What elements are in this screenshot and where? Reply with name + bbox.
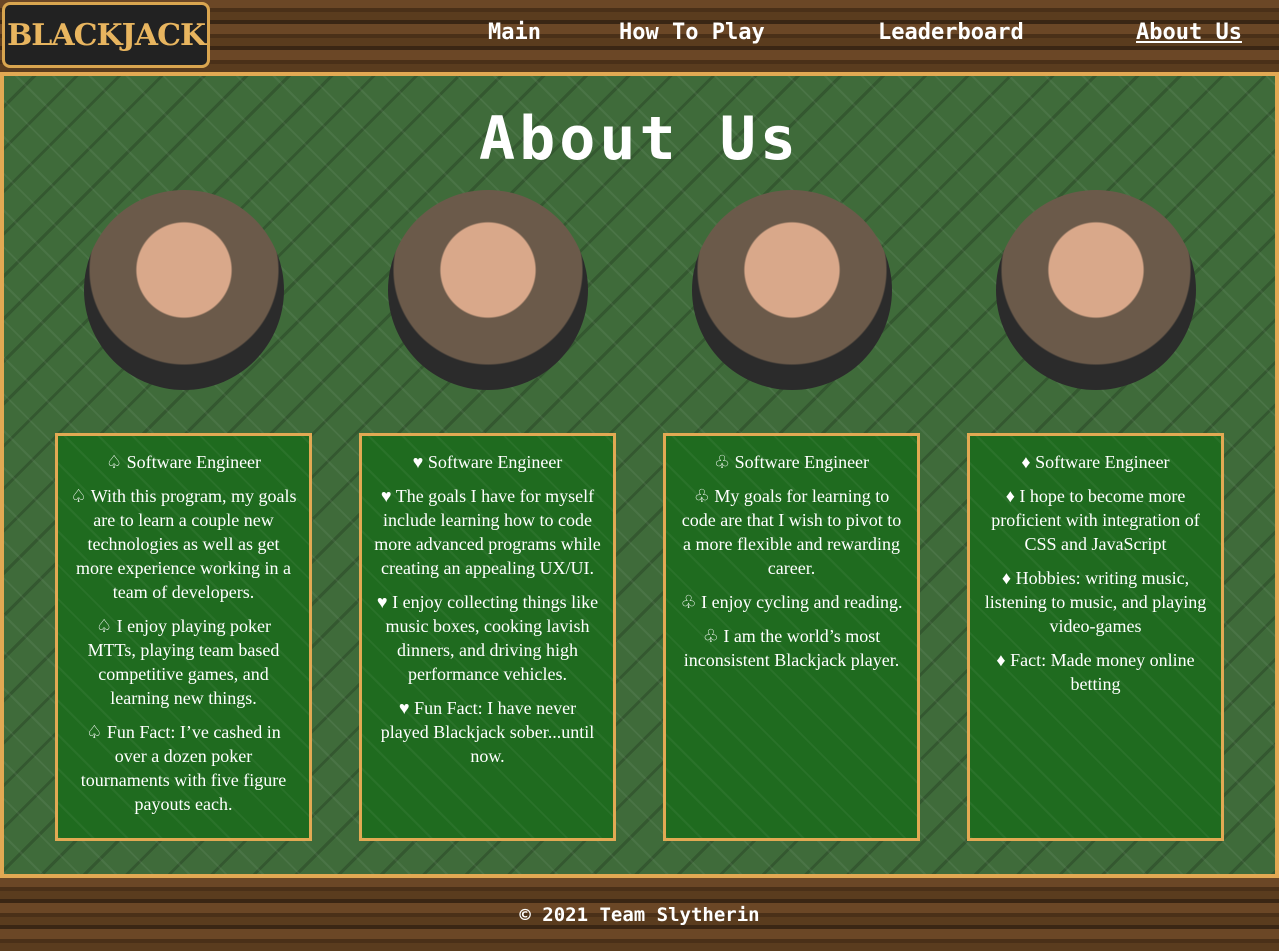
member-hobbies: ♦ Hobbies: writing music, listening to m… [984, 568, 1207, 636]
page-title: About Us [479, 104, 800, 174]
member-goals: ♦ I hope to become more proficient with … [991, 486, 1200, 554]
member-photo-1 [84, 190, 284, 390]
header: BLACKJACK Main How To Play Leaderboard A… [0, 0, 1279, 72]
member-role: ♦ Software Engineer [1021, 452, 1170, 472]
member-hobbies: ♤ I enjoy playing poker MTTs, playing te… [87, 616, 280, 708]
member-photo-2 [388, 190, 588, 390]
nav-leaderboard[interactable]: Leaderboard [878, 20, 1024, 45]
member-hobbies: ♧ I enjoy cycling and reading. [680, 592, 903, 612]
nav-how-to-play[interactable]: How To Play [619, 20, 765, 45]
blackjack-logo[interactable]: BLACKJACK [2, 2, 210, 68]
member-card: ♦ Software Engineer ♦ I hope to become m… [967, 433, 1224, 841]
member-goals: ♤ With this program, my goals are to lea… [70, 486, 297, 602]
member-role: ♧ Software Engineer [713, 452, 870, 472]
copyright-text: © 2021 Team Slytherin [519, 903, 760, 926]
member-fact: ♦ Fact: Made money online betting [996, 650, 1195, 694]
member-photo-3 [692, 190, 892, 390]
about-section: About Us ♤ Software Engineer ♤ With this… [0, 72, 1279, 878]
member-role: ♥ Software Engineer [412, 452, 563, 472]
member-photo-4 [996, 190, 1196, 390]
member-card: ♥ Software Engineer ♥ The goals I have f… [359, 433, 616, 841]
member-goals: ♧ My goals for learning to code are that… [681, 486, 902, 578]
member-card: ♤ Software Engineer ♤ With this program,… [55, 433, 312, 841]
member-goals: ♥ The goals I have for myself include le… [374, 486, 601, 578]
member-card: ♧ Software Engineer ♧ My goals for learn… [663, 433, 920, 841]
member-fact: ♤ Fun Fact: I’ve cashed in over a dozen … [80, 722, 287, 814]
member-hobbies: ♥ I enjoy collecting things like music b… [376, 592, 599, 684]
member-role: ♤ Software Engineer [105, 452, 262, 472]
nav-about-us[interactable]: About Us [1136, 20, 1242, 45]
member-fact: ♥ Fun Fact: I have never played Blackjac… [380, 698, 595, 766]
nav-main[interactable]: Main [488, 20, 541, 45]
footer: © 2021 Team Slytherin [0, 878, 1279, 951]
member-fact: ♧ I am the world’s most inconsistent Bla… [683, 626, 900, 670]
